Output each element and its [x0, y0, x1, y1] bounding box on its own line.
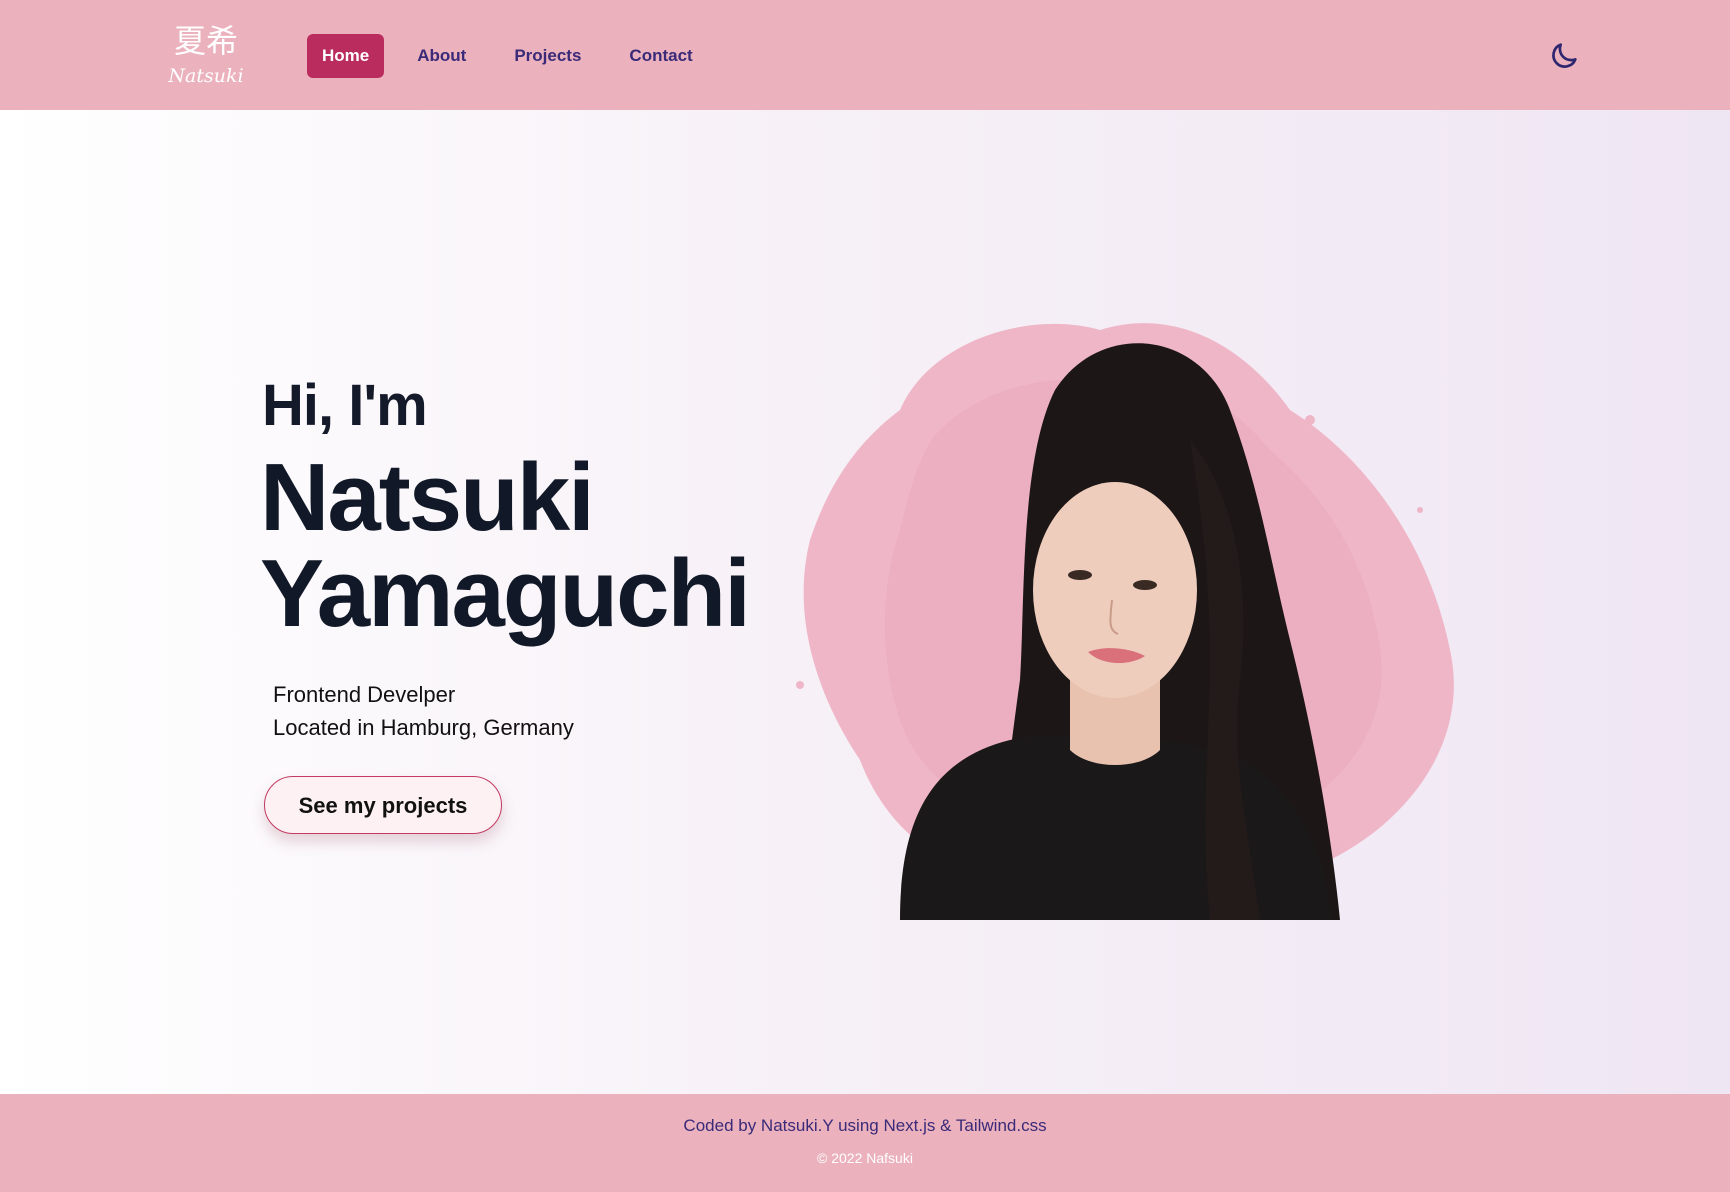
hero-last-name: Yamaguchi [260, 540, 751, 647]
nav-contact[interactable]: Contact [614, 34, 707, 78]
logo-text: Natsuki [168, 65, 244, 87]
hero-subtitle: Frontend Develper Located in Hamburg, Ge… [273, 678, 574, 744]
logo-kanji: 夏希 [174, 22, 238, 60]
footer-credit: Coded by Natsuki.Y using Next.js & Tailw… [683, 1116, 1047, 1135]
site-footer: Coded by Natsuki.Y using Next.js & Tailw… [0, 1094, 1730, 1192]
nav-home[interactable]: Home [307, 34, 385, 78]
nav-about[interactable]: About [402, 34, 481, 78]
hero-greeting: Hi, I'm [262, 373, 428, 438]
hero-role: Frontend Develper [273, 682, 456, 707]
moon-icon[interactable] [1548, 40, 1580, 72]
hero-first-name: Natsuki [260, 444, 595, 551]
hero-location: Located in Hamburg, Germany [273, 715, 574, 740]
hero-name: Natsuki Yamaguchi [260, 444, 751, 647]
see-projects-button[interactable]: See my projects [264, 776, 502, 834]
logo[interactable]: 夏希 Natsuki [168, 18, 244, 88]
nav-projects[interactable]: Projects [499, 34, 596, 78]
main-nav: Home About Projects Contact [307, 34, 726, 78]
footer-copyright: © 2022 Nafsuki [817, 1150, 913, 1166]
hero-section: Hi, I'm Natsuki Yamaguchi Frontend Devel… [0, 110, 1730, 1094]
site-header: 夏希 Natsuki Home About Projects Contact [0, 0, 1730, 110]
profile-photo [796, 323, 1454, 920]
